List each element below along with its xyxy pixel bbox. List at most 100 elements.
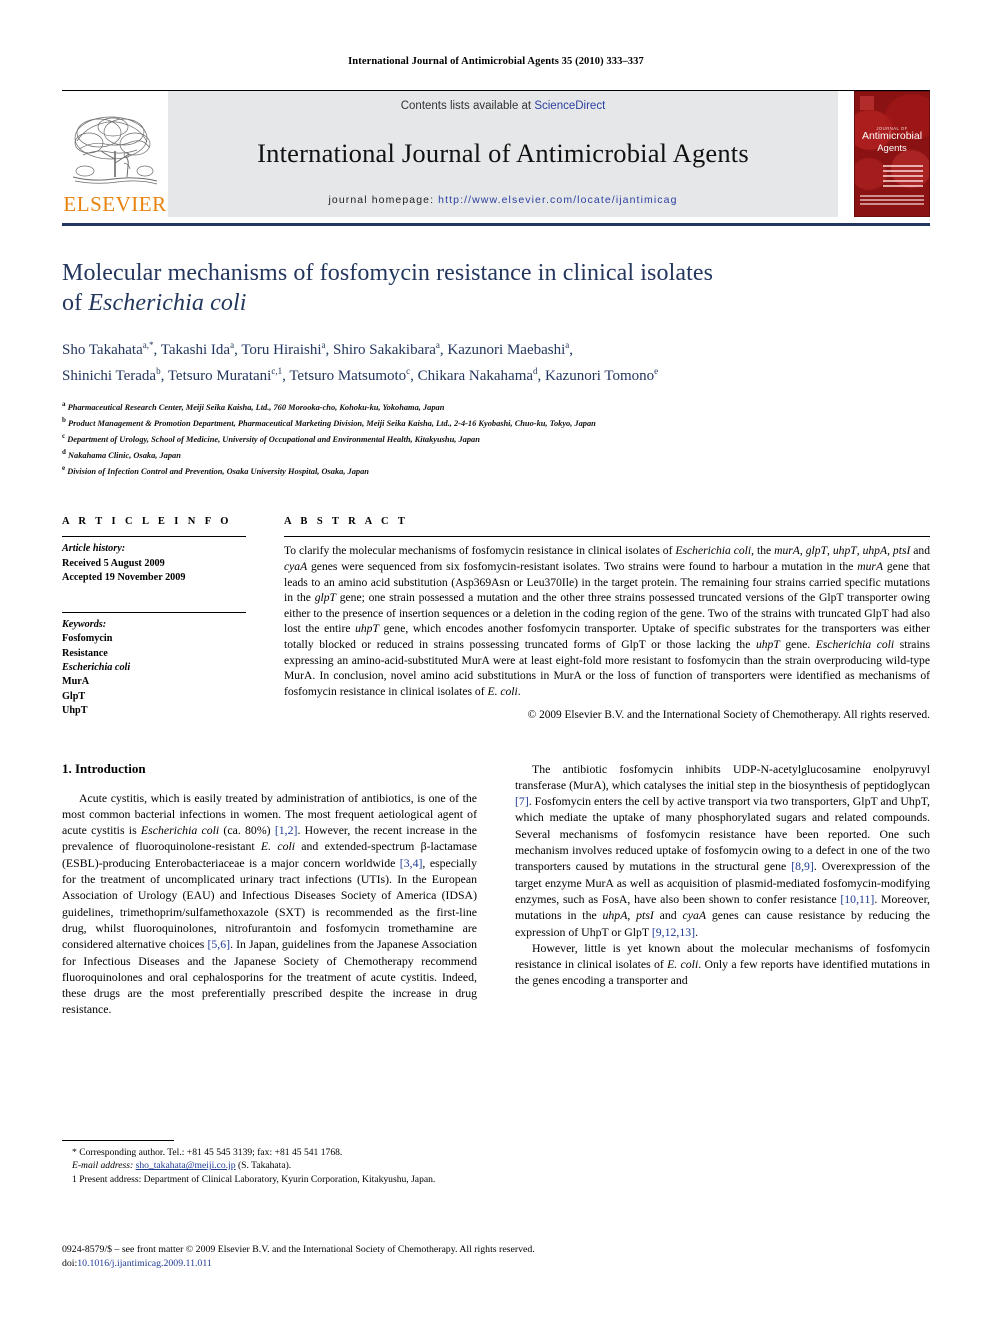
author-affil-mark: a: [435, 340, 440, 350]
cover-publisher-mark: [860, 96, 874, 110]
affiliation-mark: a: [62, 400, 66, 408]
keywords-block: Keywords: Fosfomycin Resistance Escheric…: [62, 613, 246, 727]
affiliation-mark: d: [62, 448, 66, 457]
journal-masthead: ELSEVIER Contents lists available at Sci…: [62, 91, 930, 217]
body-column-right: The antibiotic fosfomycin inhibits UDP-N…: [515, 761, 930, 1018]
issn-copyright-block: 0924-8579/$ – see front matter © 2009 El…: [62, 1243, 782, 1270]
affiliation-text: Nakahama Clinic, Osaka, Japan: [68, 451, 181, 461]
cover-title: Antimicrobial Agents: [855, 130, 929, 154]
abstract-text: To clarify the molecular mechanisms of f…: [284, 544, 931, 698]
author-name: Shiro Sakakibara: [333, 342, 436, 358]
keyword-item: Escherichia coli: [62, 661, 131, 673]
elsevier-logo: ELSEVIER: [62, 91, 168, 217]
email-address-link[interactable]: sho_takahata@meiji.co.jp: [136, 1160, 236, 1171]
author-name: Shinichi Terada: [62, 368, 157, 384]
contents-prefix: Contents lists available at: [400, 100, 535, 112]
intro-paragraph-3: However, little is yet known about the m…: [515, 940, 930, 988]
info-abstract-region: A R T I C L E I N F O Article history: R…: [62, 516, 930, 726]
author-affil-mark: a,*: [142, 340, 154, 350]
author-name: Takashi Ida: [160, 342, 231, 358]
author-name: Kazunori Maebashi: [447, 342, 566, 358]
author-name: Kazunori Tomono: [545, 368, 655, 384]
article-title-species: Escherichia coli: [88, 290, 247, 316]
author-affil-mark: d: [533, 366, 538, 376]
footnote-rule: [62, 1140, 174, 1141]
article-info-heading: A R T I C L E I N F O: [62, 516, 232, 528]
keyword-item: MurA: [62, 676, 90, 688]
author-name: Tetsuro Matsumoto: [289, 368, 407, 384]
article-history-block: Article history: Received 5 August 2009 …: [62, 537, 246, 593]
sciencedirect-link[interactable]: ScienceDirect: [534, 100, 605, 112]
author-affil-mark: c: [406, 366, 411, 376]
doi-line: doi:10.1016/j.ijantimicag.2009.11.011: [62, 1257, 782, 1271]
journal-cover-thumbnail: JOURNAL OF Antimicrobial Agents: [854, 91, 930, 217]
affiliation-text: Product Management & Promotion Departmen…: [68, 418, 596, 428]
author-affil-mark: b: [156, 366, 161, 376]
affiliation-text: Pharmaceutical Research Center, Meiji Se…: [67, 402, 445, 412]
affiliation-mark: b: [62, 416, 66, 425]
author-affil-mark: a: [230, 340, 235, 350]
author-affil-mark: e: [654, 366, 659, 376]
keyword-item: GlpT: [62, 690, 86, 702]
cover-title-line1: Antimicrobial: [861, 130, 923, 142]
doi-label: doi:: [62, 1257, 78, 1269]
footnote-corresponding-author: * Corresponding author. Tel.: +81 45 545…: [72, 1147, 343, 1158]
email-label: E-mail address:: [72, 1160, 134, 1172]
elsevier-tree-icon: [69, 111, 161, 193]
author-affil-mark: a: [321, 340, 326, 350]
doi-link[interactable]: 10.1016/j.ijantimicag.2009.11.011: [77, 1258, 212, 1269]
article-history-label: Article history:: [62, 543, 126, 555]
page-title: Molecular mechanisms of fosfomycin resis…: [62, 258, 930, 318]
article-info-column: A R T I C L E I N F O Article history: R…: [62, 516, 284, 726]
journal-homepage-link[interactable]: http://www.elsevier.com/locate/ijantimic…: [438, 194, 677, 206]
journal-homepage-line: journal homepage: http://www.elsevier.co…: [328, 194, 677, 206]
elsevier-wordmark: ELSEVIER: [63, 192, 167, 216]
affiliation-item: a Pharmaceutical Research Center, Meiji …: [62, 398, 930, 414]
affiliation-mark: e: [62, 464, 66, 473]
cover-title-line2: Agents: [877, 142, 907, 154]
homepage-prefix: journal homepage:: [328, 194, 439, 206]
keywords-label: Keywords:: [62, 618, 107, 630]
article-title-line1: Molecular mechanisms of fosfomycin resis…: [62, 260, 714, 286]
author-line-2: Shinichi Teradab, Tetsuro Muratanic,1, T…: [62, 366, 659, 384]
author-name: Chikara Nakahama: [417, 368, 534, 384]
author-line-1: Sho Takahataa,*, Takashi Idaa, Toru Hira…: [62, 340, 574, 358]
masthead-bottom-rule: [62, 223, 930, 226]
author-name: Toru Hiraishi: [241, 342, 322, 358]
section-heading-introduction: 1. Introduction: [62, 760, 146, 776]
article-accepted-date: Accepted 19 November 2009: [62, 572, 186, 584]
keyword-item: Resistance: [62, 647, 108, 659]
footnote-area: * Corresponding author. Tel.: +81 45 545…: [62, 1140, 477, 1186]
contents-available-line: Contents lists available at ScienceDirec…: [401, 100, 606, 112]
abstract-copyright: © 2009 Elsevier B.V. and the Internation…: [527, 709, 930, 722]
affiliation-mark: c: [62, 432, 66, 441]
cover-decorative-lines: [883, 165, 923, 190]
abstract-heading: A B S T R A C T: [284, 516, 409, 528]
journal-title: International Journal of Antimicrobial A…: [257, 137, 749, 168]
author-name: Sho Takahata: [62, 342, 143, 358]
author-affil-mark: a: [565, 340, 570, 350]
keyword-item: Fosfomycin: [62, 633, 113, 645]
affiliation-text: Department of Urology, School of Medicin…: [67, 434, 480, 444]
keyword-item: UhpT: [62, 705, 88, 717]
author-name: Tetsuro Muratani: [167, 368, 272, 384]
intro-paragraph-1: Acute cystitis, which is easily treated …: [62, 790, 477, 1017]
email-owner: (S. Takahata).: [237, 1160, 292, 1172]
article-title-line2-prefix: of: [62, 290, 89, 316]
affiliation-text: Division of Infection Control and Preven…: [67, 467, 369, 477]
body-columns: 1. Introduction Acute cystitis, which is…: [62, 761, 930, 1018]
affiliation-item: e Division of Infection Control and Prev…: [62, 462, 930, 478]
affiliation-item: d Nakahama Clinic, Osaka, Japan: [62, 446, 930, 462]
running-head: International Journal of Antimicrobial A…: [348, 56, 644, 67]
abstract-column: A B S T R A C T To clarify the molecular…: [284, 516, 930, 726]
article-received-date: Received 5 August 2009: [62, 557, 165, 569]
intro-paragraph-2: The antibiotic fosfomycin inhibits UDP-N…: [515, 761, 931, 939]
author-list: Sho Takahataa,*, Takashi Idaa, Toru Hira…: [62, 335, 930, 387]
journal-article-page: International Journal of Antimicrobial A…: [0, 0, 992, 1323]
author-affil-mark: c,1: [271, 366, 283, 376]
footnote-present-address: 1 Present address: Department of Clinica…: [72, 1173, 436, 1185]
masthead-center-panel: Contents lists available at ScienceDirec…: [168, 91, 838, 217]
affiliation-list: a Pharmaceutical Research Center, Meiji …: [62, 398, 930, 478]
issn-front-matter-line: 0924-8579/$ – see front matter © 2009 El…: [62, 1244, 535, 1255]
